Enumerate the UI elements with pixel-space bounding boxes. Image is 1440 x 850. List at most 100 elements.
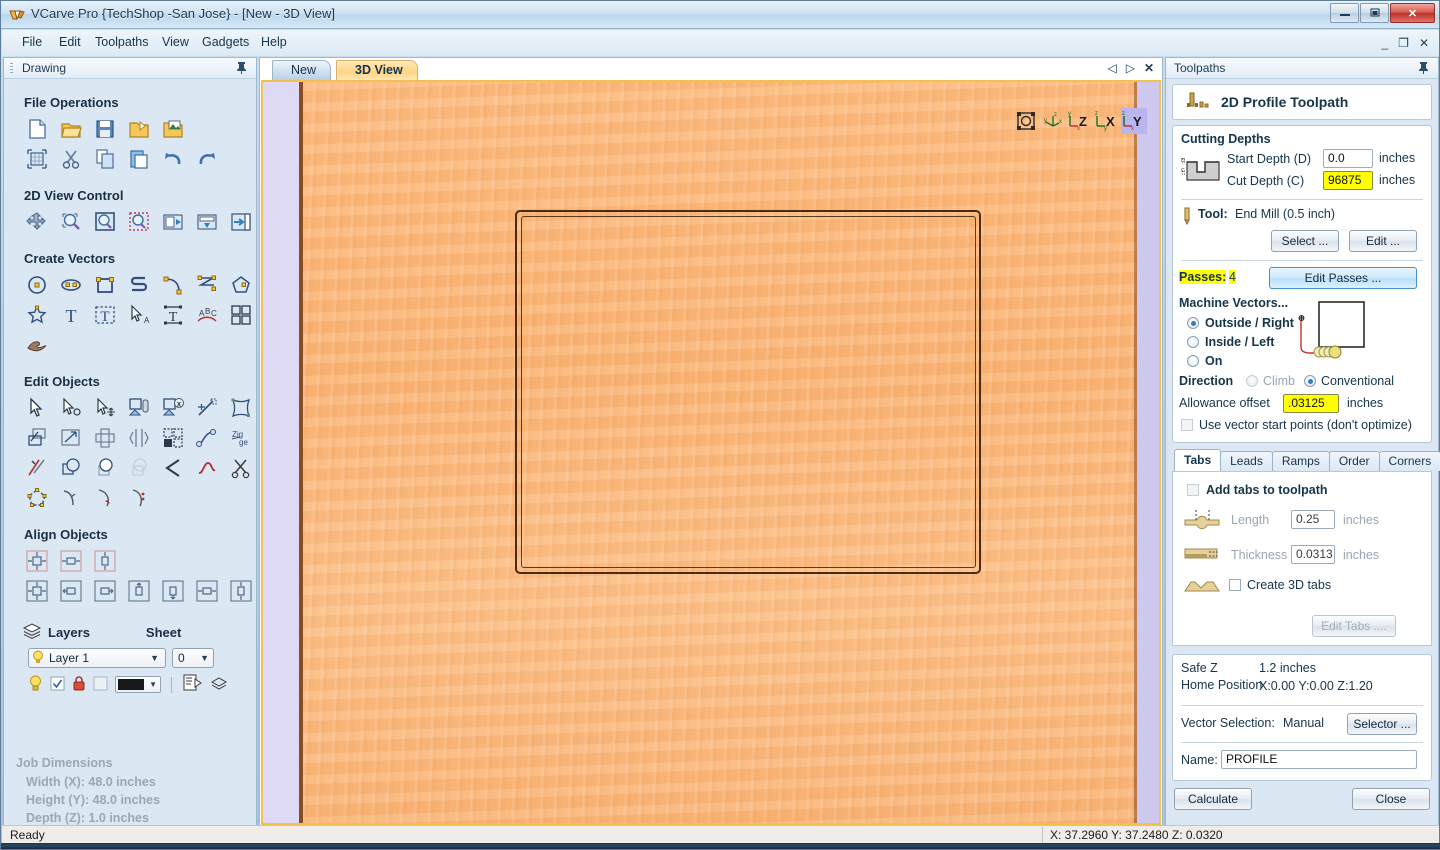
text-box-icon[interactable]: T <box>92 302 118 328</box>
copy-icon[interactable] <box>92 146 118 172</box>
add-tabs-checkbox[interactable] <box>1187 484 1199 496</box>
tab-tabs[interactable]: Tabs <box>1174 449 1222 471</box>
tab-ramps[interactable]: Ramps <box>1271 451 1330 471</box>
direction-option-climb[interactable]: Climb <box>1246 374 1295 388</box>
vector-rectangle-inner[interactable] <box>521 216 976 568</box>
node-edit-icon[interactable] <box>58 395 84 421</box>
mirror-icon[interactable] <box>92 425 118 451</box>
subtract-icon[interactable] <box>92 455 118 481</box>
trace-bitmap-icon[interactable] <box>24 332 50 358</box>
edit-passes-button[interactable]: Edit Passes ... <box>1269 267 1417 289</box>
mdi-minimize-icon[interactable]: _ <box>1381 36 1388 50</box>
layer-lock-icon[interactable] <box>72 675 86 694</box>
cut-icon[interactable] <box>58 146 84 172</box>
add-tabs-row[interactable]: Add tabs to toolpath <box>1187 483 1328 497</box>
job-setup-icon[interactable] <box>24 146 50 172</box>
tool-select-button[interactable]: Select ... <box>1271 230 1339 252</box>
text-selection-icon[interactable]: AB <box>126 302 152 328</box>
import-image-icon[interactable] <box>160 116 186 142</box>
star-icon[interactable] <box>24 302 50 328</box>
machine-vectors-option-on[interactable]: On <box>1187 354 1222 368</box>
zoom-extents-icon[interactable] <box>92 209 118 235</box>
rectangle-icon[interactable] <box>92 272 118 298</box>
iso-view-icon[interactable] <box>1013 108 1039 134</box>
delete-object-icon[interactable]: x <box>160 395 186 421</box>
close-tab-icon[interactable]: ✕ <box>1144 61 1154 75</box>
align-center-h-icon[interactable] <box>58 548 84 574</box>
tab-order[interactable]: Order <box>1328 451 1380 471</box>
selector-button[interactable]: Selector ... <box>1347 713 1417 735</box>
ellipse-icon[interactable] <box>58 272 84 298</box>
radio-climb[interactable] <box>1246 375 1258 387</box>
open-file-icon[interactable] <box>58 116 84 142</box>
layer-fill-checkbox[interactable] <box>93 676 108 694</box>
maximize-button[interactable] <box>1360 3 1389 23</box>
align-center-icon[interactable] <box>24 548 50 574</box>
paste-icon[interactable] <box>126 146 152 172</box>
allowance-offset-input[interactable]: .03125 <box>1283 394 1339 413</box>
layer-properties-icon[interactable] <box>182 674 202 695</box>
zoom-icon[interactable] <box>58 209 84 235</box>
prev-tab-icon[interactable]: ◁ <box>1107 61 1116 75</box>
offset-icon[interactable] <box>24 425 50 451</box>
tab-3d-view[interactable]: 3D View <box>336 60 418 80</box>
pin-icon[interactable] <box>236 61 247 77</box>
auto-layout-icon[interactable] <box>228 302 254 328</box>
menu-item-file[interactable]: File <box>22 35 42 49</box>
pan-icon[interactable] <box>24 209 50 235</box>
radio-conventional[interactable] <box>1304 375 1316 387</box>
reverse-direction-icon[interactable] <box>92 485 118 511</box>
layer-visible-checkbox[interactable] <box>50 676 65 694</box>
machine-vectors-option-outside[interactable]: Outside / Right <box>1187 316 1294 330</box>
set-size-icon[interactable] <box>126 395 152 421</box>
arc-icon[interactable] <box>160 272 186 298</box>
machine-vectors-option-inside[interactable]: Inside / Left <box>1187 335 1274 349</box>
toggle-2d3d-icon[interactable] <box>228 209 254 235</box>
align-center-v-icon[interactable] <box>92 548 118 574</box>
curve-icon[interactable] <box>194 272 220 298</box>
calculate-button[interactable]: Calculate <box>1174 788 1252 810</box>
start-node-icon[interactable] <box>58 485 84 511</box>
move-icon[interactable] <box>92 395 118 421</box>
undo-icon[interactable] <box>160 146 186 172</box>
trim-icon[interactable] <box>24 455 50 481</box>
menu-item-view[interactable]: View <box>162 35 189 49</box>
fit-curves-icon[interactable]: Zig ge <box>228 425 254 451</box>
zoom-selection-icon[interactable] <box>126 209 152 235</box>
open-recent-icon[interactable] <box>126 116 152 142</box>
close-button[interactable]: ✕ <box>1390 3 1435 23</box>
direction-option-conventional[interactable]: Conventional <box>1304 374 1394 388</box>
tool-edit-button[interactable]: Edit ... <box>1349 230 1417 252</box>
pin-icon[interactable] <box>1418 61 1429 77</box>
circle-icon[interactable] <box>24 272 50 298</box>
create-3d-tabs-row[interactable]: Create 3D tabs <box>1229 578 1331 592</box>
redo-icon[interactable] <box>194 146 220 172</box>
join-curves-icon[interactable] <box>194 425 220 451</box>
polygon-icon[interactable] <box>228 272 254 298</box>
measure-icon[interactable] <box>194 395 220 421</box>
intersect-icon[interactable] <box>126 455 152 481</box>
nest-icon[interactable] <box>160 425 186 451</box>
tab-thickness-input[interactable]: 0.0313 <box>1291 545 1335 564</box>
y-view-icon[interactable]: zxY <box>1121 108 1147 134</box>
minimize-button[interactable] <box>1330 3 1359 23</box>
lightbulb-toggle-icon[interactable] <box>28 675 43 694</box>
sheet-select[interactable]: 0 ▼ <box>172 648 214 668</box>
tab-length-input[interactable]: 0.25 <box>1291 510 1335 529</box>
perspective-view-icon[interactable]: z y x <box>1040 108 1066 134</box>
close-toolpath-button[interactable]: Close <box>1352 788 1430 810</box>
radio-outside-right[interactable] <box>1187 317 1199 329</box>
insert-node-icon[interactable] <box>126 485 152 511</box>
menu-item-edit[interactable]: Edit <box>59 35 81 49</box>
x-view-icon[interactable]: zyX <box>1094 108 1120 134</box>
merge-layers-icon[interactable] <box>209 674 229 695</box>
nodes-cut-icon[interactable] <box>228 455 254 481</box>
text-on-curve-icon[interactable]: ABC <box>194 302 220 328</box>
text-transform-icon[interactable]: T <box>160 302 186 328</box>
menu-item-help[interactable]: Help <box>261 35 287 49</box>
array-copy-icon[interactable] <box>126 425 152 451</box>
layer-color-swatch[interactable]: ▼ <box>115 676 161 693</box>
distort-icon[interactable] <box>228 395 254 421</box>
smooth-icon[interactable] <box>194 455 220 481</box>
scale-icon[interactable] <box>58 425 84 451</box>
